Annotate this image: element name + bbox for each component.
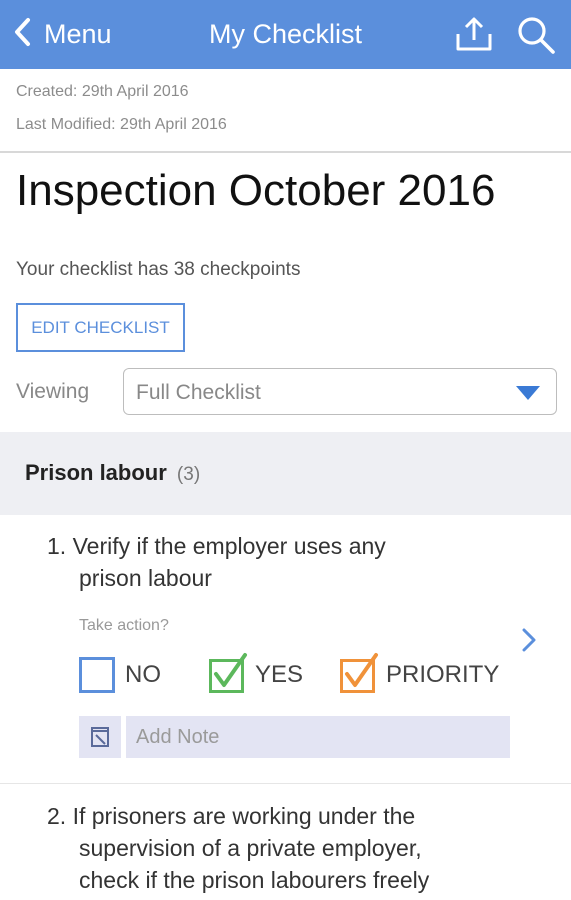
option-label: PRIORITY: [386, 661, 500, 688]
note-icon[interactable]: [79, 716, 121, 758]
checkbox-empty-icon: [79, 657, 115, 693]
checkpoint-2-line2: supervision of a private employer,: [79, 835, 422, 861]
checkpoint-1-line1: 1. Verify if the employer uses any: [47, 530, 386, 562]
checkpoint-text: Verify if the employer uses any: [72, 533, 386, 559]
checkpoint-divider: [0, 783, 571, 784]
checkbox-checked-icon: [209, 653, 247, 693]
created-date: Created: 29th April 2016: [16, 83, 189, 100]
search-icon[interactable]: [516, 15, 556, 55]
checkpoint-number: 2.: [47, 803, 67, 829]
checklist-meta: Created: 29th April 2016 Last Modified: …: [16, 82, 227, 148]
option-no-checkbox[interactable]: NO: [79, 655, 161, 695]
option-label: YES: [255, 661, 304, 688]
add-note-input[interactable]: [126, 716, 510, 758]
checkpoint-1-line2: prison labour: [79, 565, 212, 591]
section-header[interactable]: Prison labour (3): [0, 432, 571, 515]
note-row: [79, 716, 510, 758]
chevron-left-icon: [12, 17, 34, 52]
chevron-right-icon[interactable]: [520, 627, 538, 653]
app-bar: Menu My Checklist: [0, 0, 571, 69]
divider: [0, 151, 571, 153]
modified-date: Last Modified: 29th April 2016: [16, 116, 227, 133]
viewing-label: Viewing: [16, 380, 90, 403]
option-label: NO: [125, 661, 161, 688]
checkbox-checked-icon: [340, 653, 378, 693]
triangle-down-icon: [516, 386, 540, 400]
viewing-select[interactable]: Full Checklist: [123, 368, 557, 415]
checkpoint-number: 1.: [47, 533, 67, 559]
edit-checklist-button[interactable]: EDIT CHECKLIST: [16, 303, 185, 352]
option-yes-checkbox[interactable]: YES: [209, 653, 304, 695]
take-action-label: Take action?: [79, 617, 169, 634]
checkpoint-text: If prisoners are working under the: [72, 803, 416, 829]
section-count: (3): [176, 464, 201, 485]
checkpoint-count: Your checklist has 38 checkpoints: [16, 259, 301, 280]
checkpoint-2-line1: 2. If prisoners are working under the: [47, 800, 415, 832]
section-name: Prison labour: [25, 460, 167, 485]
back-label: Menu: [44, 19, 112, 49]
checkpoint-2-line3: check if the prison labourers freely: [79, 867, 430, 893]
share-upload-icon[interactable]: [455, 16, 493, 52]
checklist-title: Inspection October 2016: [16, 166, 496, 215]
section-title: Prison labour (3): [25, 460, 200, 486]
viewing-value: Full Checklist: [136, 381, 261, 404]
option-priority-checkbox[interactable]: PRIORITY: [340, 653, 500, 695]
back-menu-button[interactable]: Menu: [12, 0, 112, 69]
